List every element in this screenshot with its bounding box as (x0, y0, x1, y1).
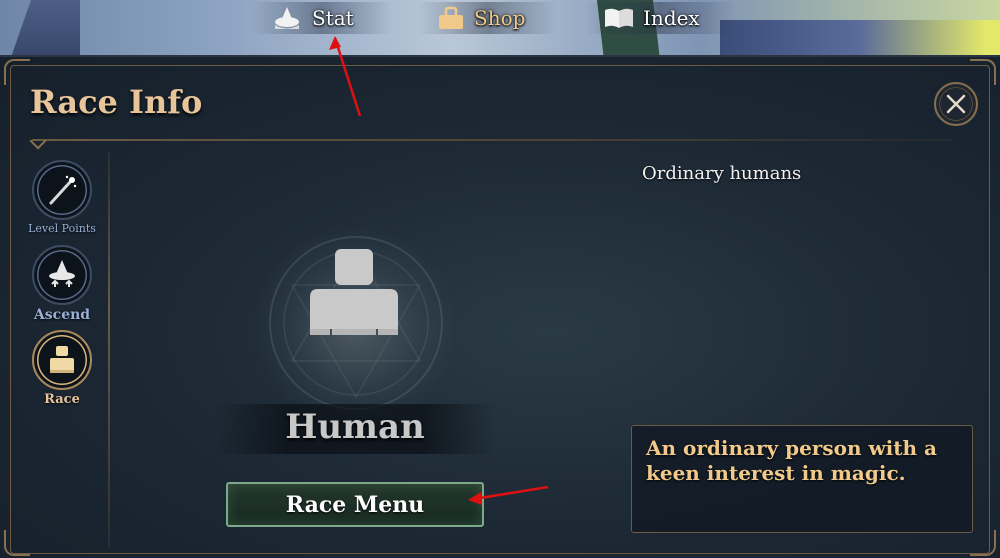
book-icon (605, 8, 633, 28)
sidebar-item-level-points[interactable]: Level Points (28, 160, 96, 235)
human-figure-icon (310, 249, 398, 335)
index-button[interactable]: Index (585, 2, 735, 34)
sidebar-item-race[interactable]: Race (28, 330, 96, 407)
sidebar-item-label: Level Points (28, 222, 96, 235)
shop-label: Shop (474, 6, 526, 30)
wand-icon (49, 175, 77, 205)
sidebar-item-label: Race (44, 392, 80, 407)
race-info-panel: Race Info Level Points Ascend Race Human… (0, 55, 1000, 558)
top-menu-bar: Stat Shop Index (0, 0, 1000, 36)
close-icon (946, 94, 966, 114)
sidebar-item-label: Ascend (33, 307, 91, 323)
race-name: Human (285, 407, 425, 447)
stat-label: Stat (312, 6, 354, 30)
panel-title: Race Info (30, 83, 203, 121)
frame-corner (970, 59, 996, 85)
sidebar-divider (108, 152, 110, 547)
race-lore-box: An ordinary person with a keen interest … (631, 425, 973, 533)
race-circle (32, 330, 92, 390)
frame-corner (4, 530, 30, 556)
stat-button[interactable]: Stat (252, 2, 392, 34)
frame-corner (4, 59, 30, 85)
sidebar-item-ascend[interactable]: Ascend (28, 245, 96, 323)
race-menu-button[interactable]: Race Menu (226, 482, 484, 527)
character-icon (50, 346, 74, 373)
index-label: Index (643, 6, 700, 30)
close-button[interactable] (934, 82, 978, 126)
shop-button[interactable]: Shop (418, 2, 558, 34)
ascend-circle (32, 245, 92, 305)
wizard-icon (275, 7, 299, 29)
witch-hat-icon (49, 260, 75, 287)
shop-bag-icon (439, 6, 463, 29)
title-divider (32, 139, 952, 141)
frame-corner (970, 530, 996, 556)
race-short-description: Ordinary humans (642, 163, 802, 184)
level-points-circle (32, 160, 92, 220)
